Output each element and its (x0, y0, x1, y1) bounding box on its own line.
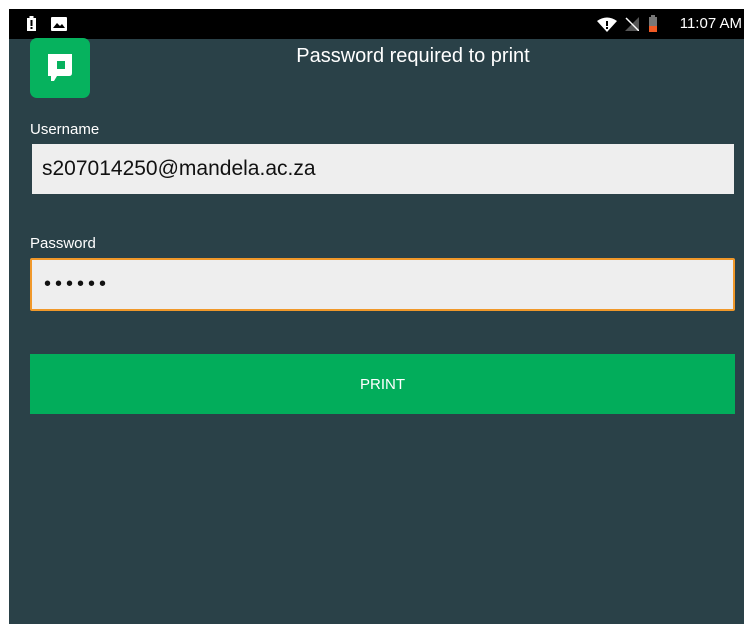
password-input[interactable] (30, 258, 735, 311)
username-input[interactable] (32, 144, 734, 194)
status-bar: 11:07 AM (9, 9, 744, 39)
battery-alert-icon (27, 16, 36, 36)
password-label: Password (30, 235, 96, 252)
wifi-icon (597, 17, 617, 37)
screen: 11:07 AM Password required to print User… (9, 9, 744, 624)
page-title: Password required to print (296, 45, 530, 67)
status-clock: 11:07 AM (679, 15, 742, 32)
battery-icon (649, 15, 657, 37)
image-notification-icon (51, 17, 67, 36)
no-signal-icon (625, 17, 640, 36)
username-label: Username (30, 121, 100, 138)
print-button[interactable]: PRINT (30, 354, 735, 414)
